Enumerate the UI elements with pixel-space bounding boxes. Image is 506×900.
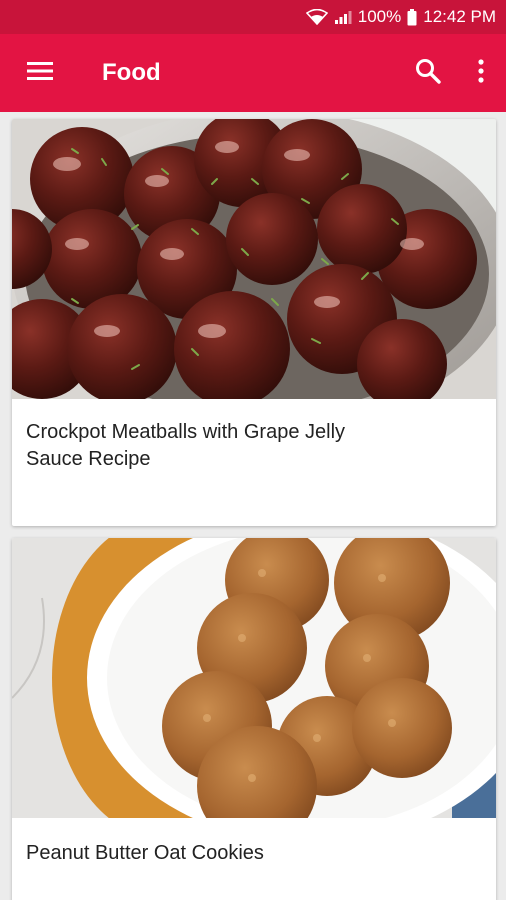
recipe-feed[interactable]: Crockpot Meatballs with Grape Jelly Sauc…	[0, 112, 506, 900]
recipe-card[interactable]: Peanut Butter Oat Cookies	[12, 538, 496, 900]
hamburger-menu-icon	[26, 60, 54, 87]
status-bar: 100% 12:42 PM	[0, 0, 506, 34]
battery-icon	[407, 8, 417, 26]
recipe-image	[12, 119, 496, 399]
recipe-image	[12, 538, 496, 818]
recipe-title[interactable]: Peanut Butter Oat Cookies	[12, 818, 412, 867]
search-button[interactable]	[400, 34, 456, 112]
app-bar: Food	[0, 34, 506, 112]
signal-icon	[334, 9, 352, 25]
page-title: Food	[102, 59, 161, 86]
clock: 12:42 PM	[423, 7, 496, 26]
menu-button[interactable]	[0, 34, 80, 112]
recipe-title[interactable]: Crockpot Meatballs with Grape Jelly Sauc…	[12, 399, 412, 473]
recipe-card[interactable]: Crockpot Meatballs with Grape Jelly Sauc…	[12, 119, 496, 526]
more-vert-icon	[477, 58, 485, 89]
wifi-icon	[305, 9, 328, 25]
search-icon	[415, 58, 441, 89]
overflow-menu-button[interactable]	[456, 34, 506, 112]
battery-percent: 100%	[357, 7, 402, 26]
